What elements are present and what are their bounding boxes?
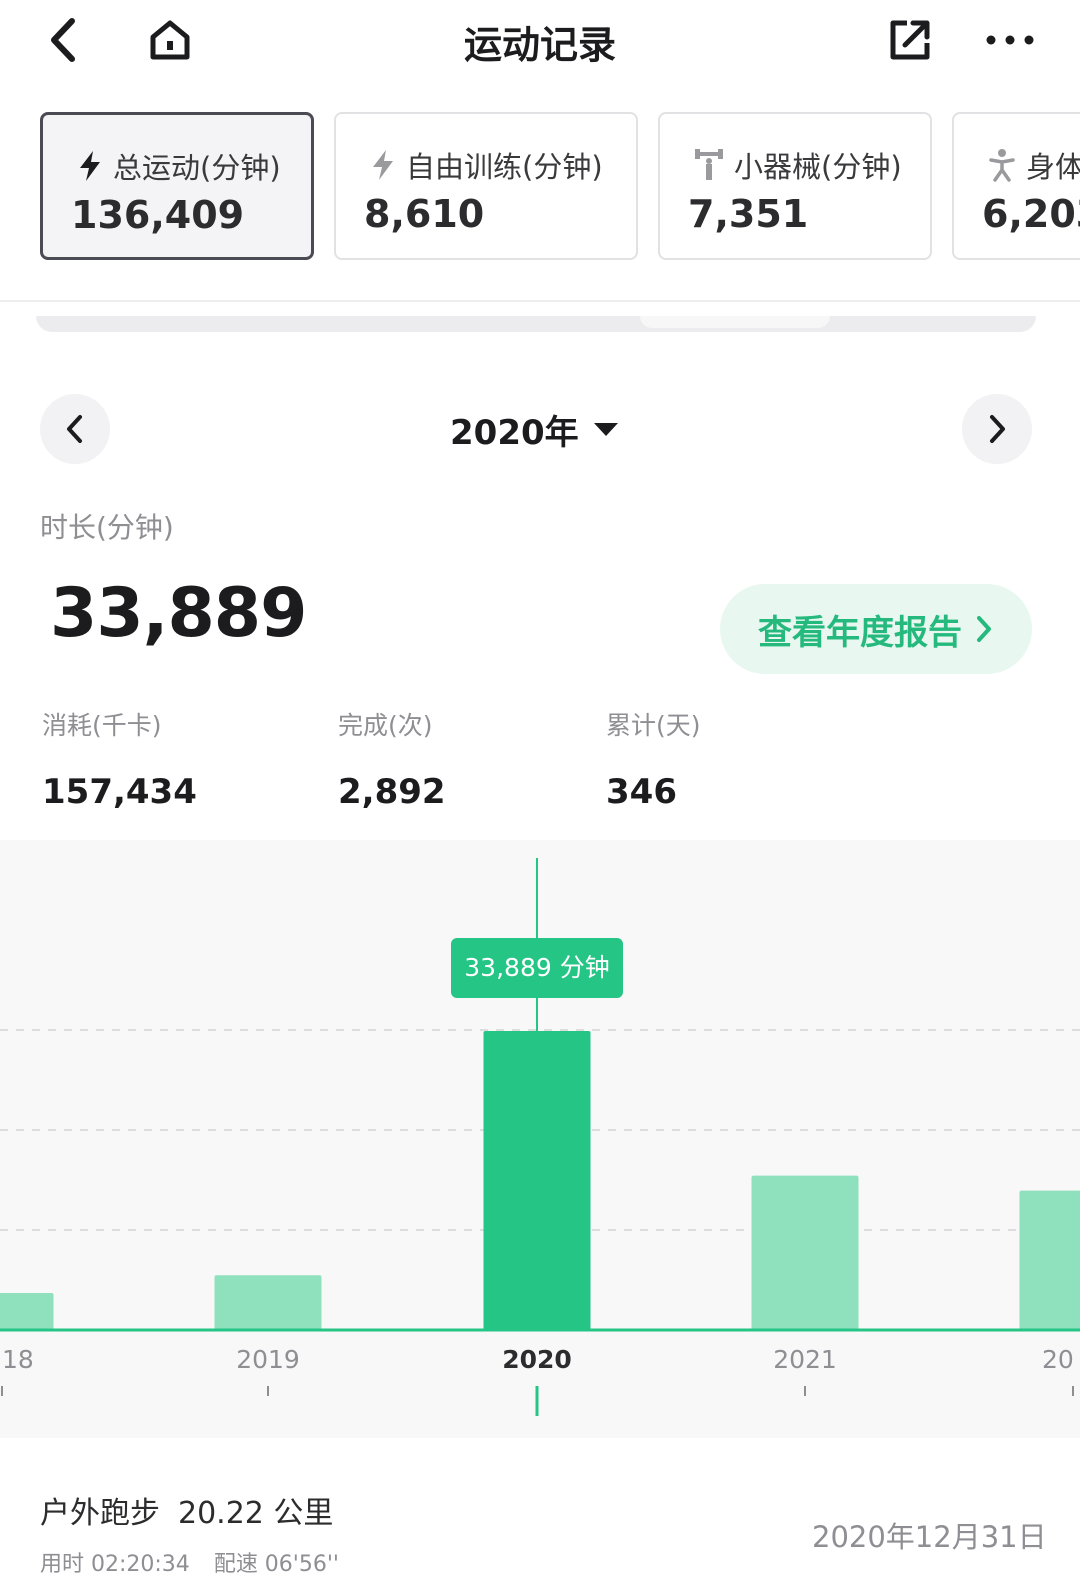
dumbbell-person-icon <box>695 149 723 180</box>
chart-bar[interactable] <box>483 1030 591 1330</box>
x-tick-label: 18 <box>2 1345 34 1374</box>
annual-report-label: 查看年度报告 <box>758 612 962 653</box>
record-title[interactable]: 户外跑步 20.22 公里 <box>40 1488 333 1532</box>
bodyweight-person-icon <box>989 149 1015 182</box>
chart-bar[interactable] <box>1019 1190 1080 1330</box>
stat-value: 2,892 <box>338 772 446 812</box>
category-card-label: 自由训练(分钟) <box>370 144 603 186</box>
record-subtitle: 用时 02:20:34 配速 06'56'' <box>40 1546 339 1578</box>
stat-days: 累计(天) 346 <box>606 706 701 812</box>
stat-label: 累计(天) <box>606 711 701 740</box>
chevron-right-icon <box>990 415 1005 443</box>
category-card-label: 身体 <box>988 144 1080 186</box>
stat-completions: 完成(次) 2,892 <box>338 706 446 812</box>
category-card-label: 总运动(分钟) <box>77 145 281 187</box>
chart-tooltip-label: 33,889 分钟 <box>464 953 609 982</box>
category-card-bodyweight[interactable]: 身体 6,203 <box>952 112 1080 260</box>
year-dropdown-label: 2020年 <box>450 412 579 453</box>
next-year-button[interactable] <box>962 394 1032 464</box>
category-label-text: 身体 <box>1026 150 1080 184</box>
yearly-duration-chart[interactable]: 18 2019 2020 2021 20 33,889 分钟 <box>0 840 1080 1438</box>
chart-bar[interactable] <box>0 1292 54 1330</box>
record-distance: 20.22 公里 <box>178 1496 334 1531</box>
category-card-total[interactable]: 总运动(分钟) 136,409 <box>40 112 314 260</box>
record-pace: 配速 06'56'' <box>213 1552 339 1577</box>
stat-calories: 消耗(千卡) 157,434 <box>42 706 197 812</box>
category-value: 136,409 <box>71 193 245 237</box>
record-duration: 用时 02:20:34 <box>40 1552 190 1577</box>
lightning-icon <box>80 151 100 181</box>
chevron-left-icon <box>67 415 82 443</box>
stat-label: 消耗(千卡) <box>42 711 162 740</box>
section-divider <box>0 300 1080 302</box>
year-dropdown[interactable]: 2020年 <box>450 404 619 454</box>
category-card-equipment[interactable]: 小器械(分钟) 7,351 <box>658 112 932 260</box>
chart-bar[interactable] <box>214 1275 322 1330</box>
top-bar: 运动记录 <box>0 0 1080 78</box>
caret-down-icon <box>593 423 618 436</box>
category-card-free-training[interactable]: 自由训练(分钟) 8,610 <box>334 112 638 260</box>
category-label-text: 总运动(分钟) <box>113 151 281 185</box>
chevron-right-icon <box>977 616 991 642</box>
category-card-label: 小器械(分钟) <box>694 144 902 186</box>
lightning-icon <box>373 150 393 180</box>
annual-report-button[interactable]: 查看年度报告 <box>720 584 1032 674</box>
duration-value: 33,889 <box>50 574 307 653</box>
x-tick-label: 2021 <box>773 1345 837 1374</box>
x-tick-label: 2020 <box>502 1345 572 1374</box>
share-out-icon[interactable] <box>880 10 940 70</box>
category-label-text: 自由训练(分钟) <box>406 150 603 184</box>
record-type: 户外跑步 <box>40 1496 160 1531</box>
category-value: 8,610 <box>364 192 485 236</box>
more-dots-icon[interactable] <box>980 10 1040 70</box>
scroll-indicator-track <box>36 316 1036 332</box>
category-value: 7,351 <box>688 192 809 236</box>
scroll-indicator-thumb <box>640 316 830 328</box>
duration-label: 时长(分钟) <box>40 511 174 544</box>
category-value: 6,203 <box>982 192 1080 236</box>
chart-bar[interactable] <box>751 1175 859 1330</box>
category-tabs: 总运动(分钟) 136,409 自由训练(分钟) 8,610 小器械(分钟) 7… <box>40 112 1080 262</box>
category-label-text: 小器械(分钟) <box>734 150 902 184</box>
stat-value: 346 <box>606 772 677 812</box>
record-date: 2020年12月31日 <box>812 1520 1047 1554</box>
x-tick-label: 2019 <box>236 1345 300 1374</box>
previous-year-button[interactable] <box>40 394 110 464</box>
stat-label: 完成(次) <box>338 711 433 740</box>
x-tick-label: 20 <box>1042 1345 1074 1374</box>
stat-value: 157,434 <box>42 772 197 812</box>
